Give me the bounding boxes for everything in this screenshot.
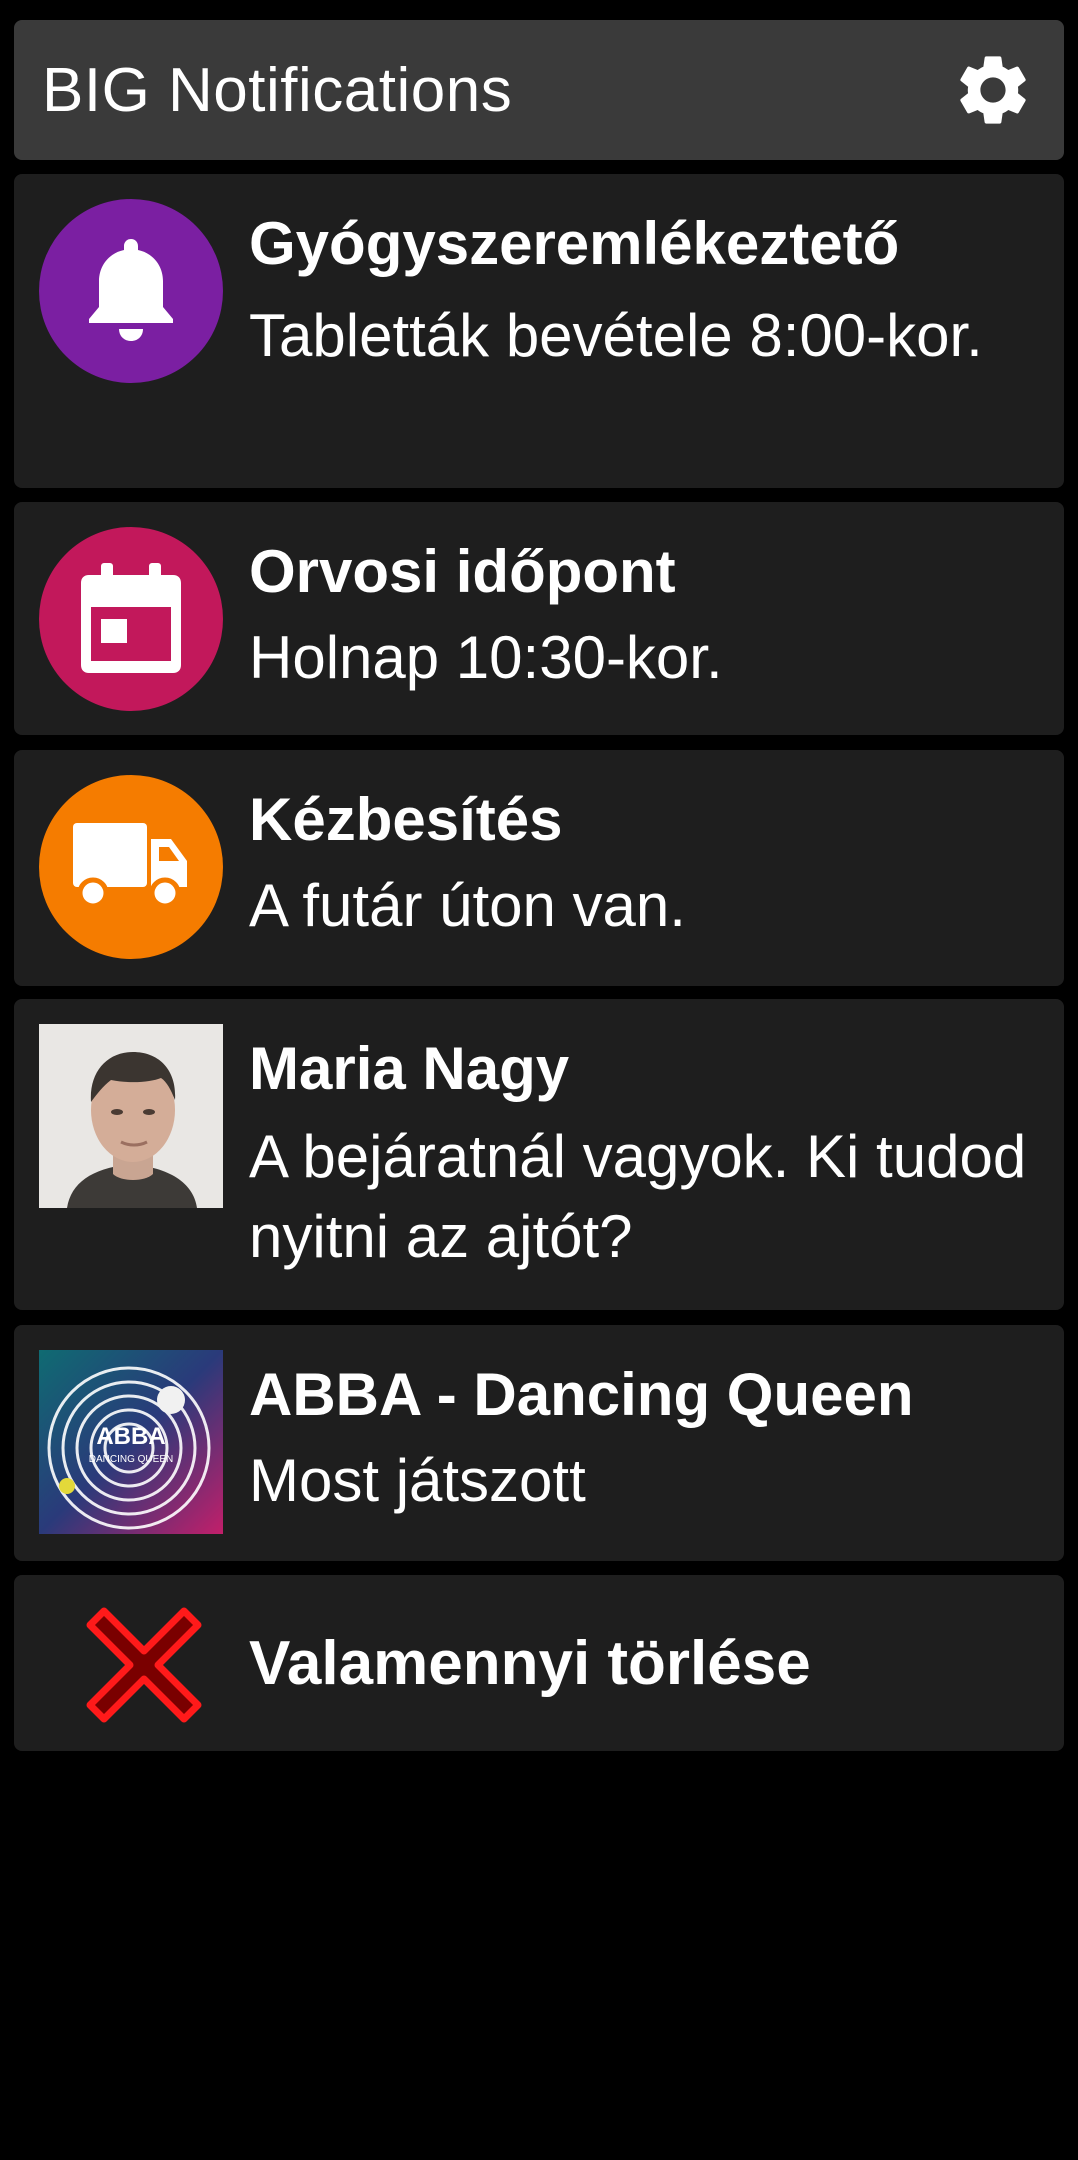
notification-delivery[interactable]: Kézbesítés A futár úton van.: [14, 750, 1064, 986]
notification-title: ABBA - Dancing Queen: [249, 1361, 914, 1428]
gear-icon: [960, 56, 1026, 124]
notification-appointment[interactable]: Orvosi időpont Holnap 10:30-kor.: [14, 502, 1064, 735]
notification-text: Kézbesítés A futár úton van.: [249, 784, 1040, 946]
bell-icon: [89, 239, 173, 341]
notification-icon-badge: [39, 775, 223, 959]
notification-text: ABBA - Dancing Queen Most játszott: [249, 1359, 1040, 1521]
app-header: BIG Notifications: [14, 20, 1064, 160]
notification-body: A bejáratnál vagyok. Ki tudod nyitni az …: [249, 1123, 1027, 1270]
avatar: [39, 1024, 223, 1208]
clear-all-label: Valamennyi törlése: [249, 1628, 811, 1698]
notification-title: Orvosi időpont: [249, 538, 676, 605]
notification-body: Tabletták bevétele 8:00-kor.: [249, 302, 983, 369]
avatar-photo: [39, 1024, 223, 1208]
notification-message[interactable]: Maria Nagy A bejáratnál vagyok. Ki tudod…: [14, 999, 1064, 1310]
notification-text: Gyógyszeremlékeztető Tabletták bevétele …: [249, 208, 1040, 376]
notification-title: Kézbesítés: [249, 786, 563, 853]
clear-all-button[interactable]: Valamennyi törlése: [14, 1575, 1064, 1751]
truck-icon: [73, 823, 187, 909]
album-art-subtitle: DANCING QUEEN: [89, 1454, 173, 1465]
notification-title: Gyógyszeremlékeztető: [249, 210, 900, 277]
notification-body: Most játszott: [249, 1447, 586, 1514]
album-art-title: ABBA: [96, 1423, 165, 1450]
app-root: BIG Notifications Gyógyszeremlékeztető T…: [0, 0, 1078, 2160]
notification-music[interactable]: ABBA DANCING QUEEN ABBA - Dancing Queen …: [14, 1325, 1064, 1561]
calendar-icon: [81, 563, 181, 673]
notification-icon-badge: [39, 527, 223, 711]
notification-text: Orvosi időpont Holnap 10:30-kor.: [249, 536, 1040, 698]
album-art-image: ABBA DANCING QUEEN: [39, 1350, 223, 1534]
red-x-icon: [86, 1607, 202, 1723]
album-art: ABBA DANCING QUEEN: [39, 1350, 223, 1534]
settings-button[interactable]: [950, 47, 1036, 133]
notification-body: Holnap 10:30-kor.: [249, 624, 723, 691]
notification-title: Maria Nagy: [249, 1035, 570, 1102]
notification-text: Maria Nagy A bejáratnál vagyok. Ki tudod…: [249, 1033, 1040, 1277]
app-title: BIG Notifications: [42, 55, 513, 125]
notification-body: A futár úton van.: [249, 872, 686, 939]
notification-icon-badge: [39, 199, 223, 383]
notification-medication[interactable]: Gyógyszeremlékeztető Tabletták bevétele …: [14, 174, 1064, 488]
